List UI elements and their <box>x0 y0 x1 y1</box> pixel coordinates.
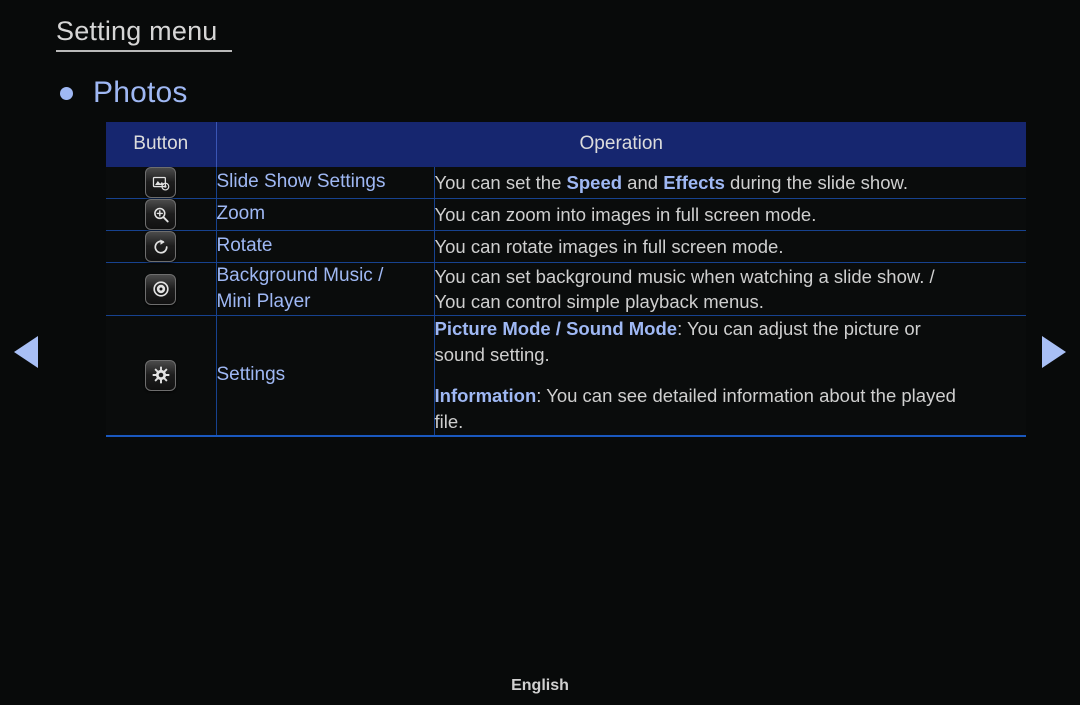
table-header-row: Button Operation <box>106 122 1027 167</box>
description-keyword: Speed <box>566 171 623 193</box>
slide-show-settings-icon[interactable] <box>145 167 177 198</box>
description-text: and <box>622 171 664 193</box>
row-description-cell: You can zoom into images in full screen … <box>434 198 1027 231</box>
row-description-cell: You can set background music when watchi… <box>434 262 1027 317</box>
description-text: You can zoom into images in full screen … <box>434 203 817 225</box>
description-text: : You can see detailed information about… <box>536 385 956 407</box>
row-description-cell: You can rotate images in full screen mod… <box>434 230 1027 263</box>
description-text: You can control simple playback menus. <box>434 291 764 313</box>
row-name-cell: Background Music / Mini Player <box>216 262 435 317</box>
description-line: You can control simple playback menus. <box>435 289 1027 315</box>
row-name-line: Slide Show Settings <box>216 171 386 193</box>
settings-gear-icon[interactable] <box>145 359 177 391</box>
description-paragraph: You can set the Speed and Effects during… <box>435 170 1027 196</box>
page-title-underline <box>56 50 232 52</box>
row-name-cell: Slide Show Settings <box>216 167 435 199</box>
page-title: Setting menu <box>56 16 218 46</box>
description-line: Information: You can see detailed inform… <box>435 383 1027 409</box>
zoom-magnifier-icon[interactable] <box>145 199 177 230</box>
table-row: Settings Picture Mode / Sound Mode: You c… <box>106 315 1027 437</box>
description-text: file. <box>434 410 464 432</box>
description-paragraph: You can set background music when watchi… <box>435 264 1027 315</box>
row-name-line: Zoom <box>216 203 266 225</box>
background-music-disc-icon[interactable] <box>145 273 177 305</box>
table-row: Rotate You can rotate images in full scre… <box>106 230 1027 263</box>
row-name-cell: Settings <box>216 315 435 437</box>
row-button-cell <box>106 230 217 263</box>
description-keyword: Information <box>434 385 537 407</box>
description-text: sound setting. <box>434 343 550 365</box>
row-description-cell: You can set the Speed and Effects during… <box>434 167 1027 199</box>
description-keyword: Picture Mode / Sound Mode <box>434 318 678 340</box>
row-name-line: Mini Player <box>216 291 311 313</box>
table-row: Background Music / Mini Player You can set… <box>106 262 1027 317</box>
section-label: Photos <box>93 76 188 109</box>
row-button-cell <box>106 262 217 317</box>
row-name-line: Rotate <box>216 235 273 257</box>
row-button-cell <box>106 198 217 231</box>
description-text: You can rotate images in full screen mod… <box>434 235 784 257</box>
table-row: Slide Show Settings You can set the Speed… <box>106 167 1027 199</box>
description-text: You can set the <box>434 171 567 193</box>
row-name-line: Settings <box>216 364 286 386</box>
row-button-cell <box>106 315 217 437</box>
description-line: You can rotate images in full screen mod… <box>435 234 1027 260</box>
table-header: Button Operation <box>106 122 1027 167</box>
footer-language-label: English <box>511 677 569 694</box>
table-body: Slide Show Settings You can set the Speed… <box>106 167 1027 437</box>
row-name-cell: Zoom <box>216 198 435 231</box>
description-paragraph: You can rotate images in full screen mod… <box>435 234 1027 260</box>
row-name-line: Background Music / <box>216 265 384 286</box>
row-description-cell: Picture Mode / Sound Mode: You can adjus… <box>434 315 1027 437</box>
description-paragraph: Information: You can see detailed inform… <box>435 383 1027 434</box>
description-paragraph: Picture Mode / Sound Mode: You can adjus… <box>435 316 1027 367</box>
description-line: You can zoom into images in full screen … <box>435 202 1027 228</box>
triangle-right-icon[interactable] <box>1042 336 1066 368</box>
description-line: sound setting. <box>435 342 1027 368</box>
description-line: file. <box>435 409 1027 435</box>
description-text: You can set background music when watchi… <box>434 265 935 287</box>
triangle-left-icon[interactable] <box>14 336 38 368</box>
column-header-button: Button <box>106 122 217 167</box>
bullet-dot-icon <box>60 86 73 100</box>
description-line: You can set background music when watchi… <box>435 264 1027 290</box>
description-text: : You can adjust the picture or <box>677 318 921 340</box>
row-button-cell <box>106 167 217 199</box>
description-line: You can set the Speed and Effects during… <box>435 170 1027 196</box>
column-header-operation: Operation <box>216 122 1027 167</box>
description-keyword: Effects <box>663 171 725 193</box>
rotate-icon[interactable] <box>145 231 177 262</box>
row-name-cell: Rotate <box>216 230 435 263</box>
table-row: Zoom You can zoom into images in full scr… <box>106 198 1027 231</box>
description-paragraph: You can zoom into images in full screen … <box>435 202 1027 228</box>
description-line: Picture Mode / Sound Mode: You can adjus… <box>435 316 1027 342</box>
description-text: during the slide show. <box>724 171 908 193</box>
button-operation-table: Button Operation Slide Show Settings You … <box>106 122 1027 437</box>
section-heading: Photos <box>60 76 188 110</box>
